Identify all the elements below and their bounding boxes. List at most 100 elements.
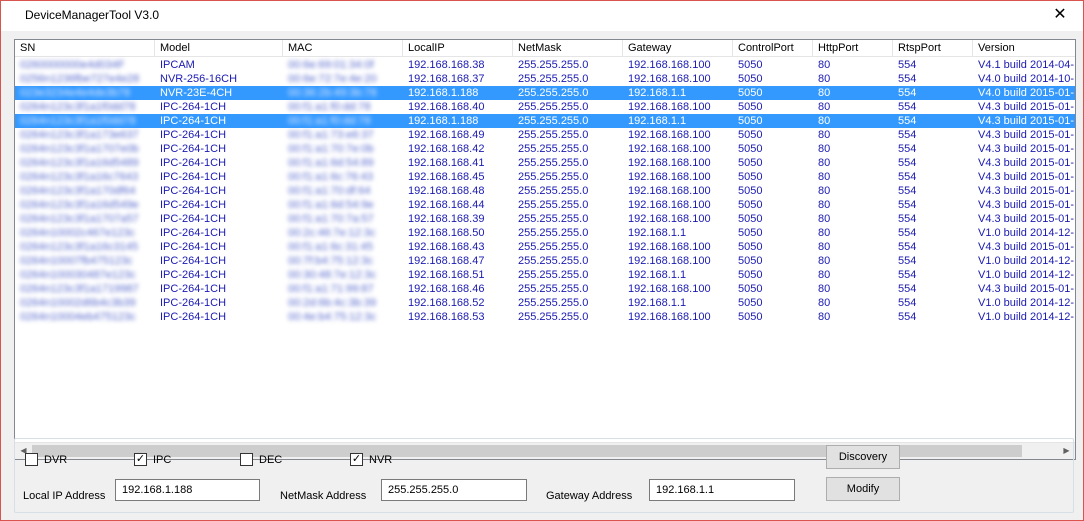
table-row[interactable]: 0260000000e4d034F IPCAM 00:6e:69:01:34:0f 1…: [15, 58, 1075, 72]
cell-rtspport: 554: [898, 157, 917, 169]
local-ip-field[interactable]: [115, 479, 260, 501]
table-row[interactable]: 0264n123c3f1a1707e0b IPC-264-1CH 00:f1:a1:…: [15, 142, 1075, 156]
table-row[interactable]: 0264n10007fb475123c IPC-264-1CH 00:7f:b4:7…: [15, 254, 1075, 268]
header-col-httpport[interactable]: HttpPort: [813, 40, 893, 57]
cell-mac: 00:6e:72:7e:4e:20: [288, 73, 377, 85]
cell-httpport: 80: [818, 297, 831, 309]
netmask-field[interactable]: [381, 479, 527, 501]
cell-model: IPC-264-1CH: [160, 157, 227, 169]
table-row[interactable]: 0264n123c3f1a170df64 IPC-264-1CH 00:f1:a1:…: [15, 184, 1075, 198]
cell-rtspport: 554: [898, 73, 917, 85]
table-row[interactable]: 0256n1236fbe727e4e28 NVR-256-16CH 00:6e:72…: [15, 72, 1075, 86]
cell-rtspport: 554: [898, 311, 917, 323]
cell-controlport: 5050: [738, 129, 763, 141]
cell-model: IPC-264-1CH: [160, 227, 227, 239]
cell-sn: 0264n123c3f1a16d549e: [20, 199, 139, 211]
cell-mac: 00:f1:a1:6c:31:45: [288, 241, 374, 253]
checkbox-ipc-box[interactable]: ✓: [134, 453, 147, 466]
cell-version: V1.0 build 2014-12-: [978, 297, 1075, 309]
header-col-sn[interactable]: SN: [15, 40, 155, 57]
cell-gateway: 192.168.1.1: [628, 269, 687, 281]
modify-button[interactable]: Modify: [826, 477, 900, 501]
cell-sn: 0264n123c3f1a1f0dd78: [20, 101, 136, 113]
table-row[interactable]: 0264n123c3f1a173e637 IPC-264-1CH 00:f1:a1:…: [15, 128, 1075, 142]
cell-gateway: 192.168.168.100: [628, 241, 711, 253]
cell-rtspport: 554: [898, 59, 917, 71]
table-row[interactable]: 0264n100030487e123c IPC-264-1CH 00:30:48:7…: [15, 268, 1075, 282]
cell-netmask: 255.255.255.0: [518, 199, 589, 211]
cell-gateway: 192.168.168.100: [628, 101, 711, 113]
table-row[interactable]: 0264n123c3f1a1719987 IPC-264-1CH 00:f1:a1:…: [15, 282, 1075, 296]
checkbox-dvr[interactable]: DVR: [25, 453, 67, 466]
cell-sn: 0264n10007fb475123c: [20, 255, 133, 267]
discovery-button[interactable]: Discovery: [826, 445, 900, 469]
cell-model: IPC-264-1CH: [160, 101, 227, 113]
client-area: SN Model MAC LocalIP NetMask Gateway ControlPo…: [9, 31, 1077, 514]
cell-netmask: 255.255.255.0: [518, 227, 589, 239]
cell-version: V4.3 build 2015-01-: [978, 115, 1075, 127]
cell-httpport: 80: [818, 101, 831, 113]
table-row[interactable]: 023e3234e4e4de3b78 NVR-23E-4CH 00:36:2b:49…: [15, 86, 1075, 100]
cell-mac: 00:f1:a1:70:7a:57: [288, 213, 374, 225]
cell-netmask: 255.255.255.0: [518, 297, 589, 309]
device-list[interactable]: SN Model MAC LocalIP NetMask Gateway ControlPo…: [14, 39, 1076, 460]
table-row[interactable]: 0264n123c3f1a16d549e IPC-264-1CH 00:f1:a1:…: [15, 198, 1075, 212]
cell-controlport: 5050: [738, 297, 763, 309]
checkbox-dec-box[interactable]: [240, 453, 253, 466]
cell-controlport: 5050: [738, 101, 763, 113]
cell-netmask: 255.255.255.0: [518, 129, 589, 141]
header-col-rtspport[interactable]: RtspPort: [893, 40, 973, 57]
cell-mac: 00:f1:a1:6d:54:9e: [288, 199, 374, 211]
cell-mac: 00:f1:a1:f0:dd:78: [288, 101, 371, 113]
cell-version: V4.3 build 2015-01-: [978, 283, 1075, 295]
table-row[interactable]: 0264n123c3f1a1707a57 IPC-264-1CH 00:f1:a1:…: [15, 212, 1075, 226]
cell-sn: 0264n123c3f1a16c3145: [20, 241, 139, 253]
cell-version: V4.3 build 2015-01-: [978, 241, 1075, 253]
cell-mac: 00:f1:a1:70:df:64: [288, 185, 371, 197]
table-row[interactable]: 0264n123c3f1a1f0dd78 IPC-264-1CH 00:f1:a1:…: [15, 100, 1075, 114]
header-col-gateway[interactable]: Gateway: [623, 40, 733, 57]
cell-localip: 192.168.168.50: [408, 227, 485, 239]
table-row[interactable]: 0264n123c3f1a16d5489 IPC-264-1CH 00:f1:a1:…: [15, 156, 1075, 170]
header-col-mac[interactable]: MAC: [283, 40, 403, 57]
cell-httpport: 80: [818, 311, 831, 323]
checkbox-dec[interactable]: DEC: [240, 453, 282, 466]
cell-sn: 0264n123c3f1a170df64: [20, 185, 136, 197]
gateway-field[interactable]: [649, 479, 795, 501]
cell-version: V4.3 build 2015-01-: [978, 171, 1075, 183]
cell-rtspport: 554: [898, 227, 917, 239]
header-col-model[interactable]: Model: [155, 40, 283, 57]
cell-model: IPC-264-1CH: [160, 311, 227, 323]
cell-gateway: 192.168.168.100: [628, 59, 711, 71]
cell-mac: 00:30:48:7e:12:3c: [288, 269, 377, 281]
checkbox-nvr[interactable]: ✓ NVR: [350, 453, 392, 466]
cell-mac: 00:f1:a1:73:e6:37: [288, 129, 374, 141]
header-col-controlport[interactable]: ControlPort: [733, 40, 813, 57]
cell-netmask: 255.255.255.0: [518, 143, 589, 155]
table-row[interactable]: 0264n10004eb475123c IPC-264-1CH 00:4e:b4:7…: [15, 310, 1075, 324]
table-row[interactable]: 0264n123c3f1a16c3145 IPC-264-1CH 00:f1:a1:…: [15, 240, 1075, 254]
cell-model: IPC-264-1CH: [160, 115, 227, 127]
checkbox-dvr-box[interactable]: [25, 453, 38, 466]
table-row[interactable]: 0264n123c3f1a1f0dd78 IPC-264-1CH 00:f1:a1:…: [15, 114, 1075, 128]
header-col-version[interactable]: Version: [973, 40, 1075, 57]
cell-controlport: 5050: [738, 185, 763, 197]
cell-gateway: 192.168.168.100: [628, 283, 711, 295]
settings-panel: DVR ✓ IPC DEC ✓ NVR Local IP Address Net…: [14, 438, 1074, 513]
cell-version: V4.3 build 2015-01-: [978, 199, 1075, 211]
table-row[interactable]: 0264n123c3f1a16c7643 IPC-264-1CH 00:f1:a1:…: [15, 170, 1075, 184]
header-col-localip[interactable]: LocalIP: [403, 40, 513, 57]
cell-localip: 192.168.168.44: [408, 199, 485, 211]
cell-model: IPCAM: [160, 59, 195, 71]
checkbox-ipc[interactable]: ✓ IPC: [134, 453, 171, 466]
table-row[interactable]: 0264n10002c467e123c IPC-264-1CH 00:2c:46:7…: [15, 226, 1075, 240]
close-icon[interactable]: ✕: [1037, 1, 1083, 31]
cell-httpport: 80: [818, 227, 831, 239]
header-col-netmask[interactable]: NetMask: [513, 40, 623, 57]
cell-controlport: 5050: [738, 227, 763, 239]
table-row[interactable]: 0264n10002d6b4c3b39 IPC-264-1CH 00:2d:6b:4…: [15, 296, 1075, 310]
local-ip-label: Local IP Address: [23, 490, 106, 502]
cell-controlport: 5050: [738, 199, 763, 211]
window-title: DeviceManagerTool V3.0: [25, 8, 160, 22]
checkbox-nvr-box[interactable]: ✓: [350, 453, 363, 466]
